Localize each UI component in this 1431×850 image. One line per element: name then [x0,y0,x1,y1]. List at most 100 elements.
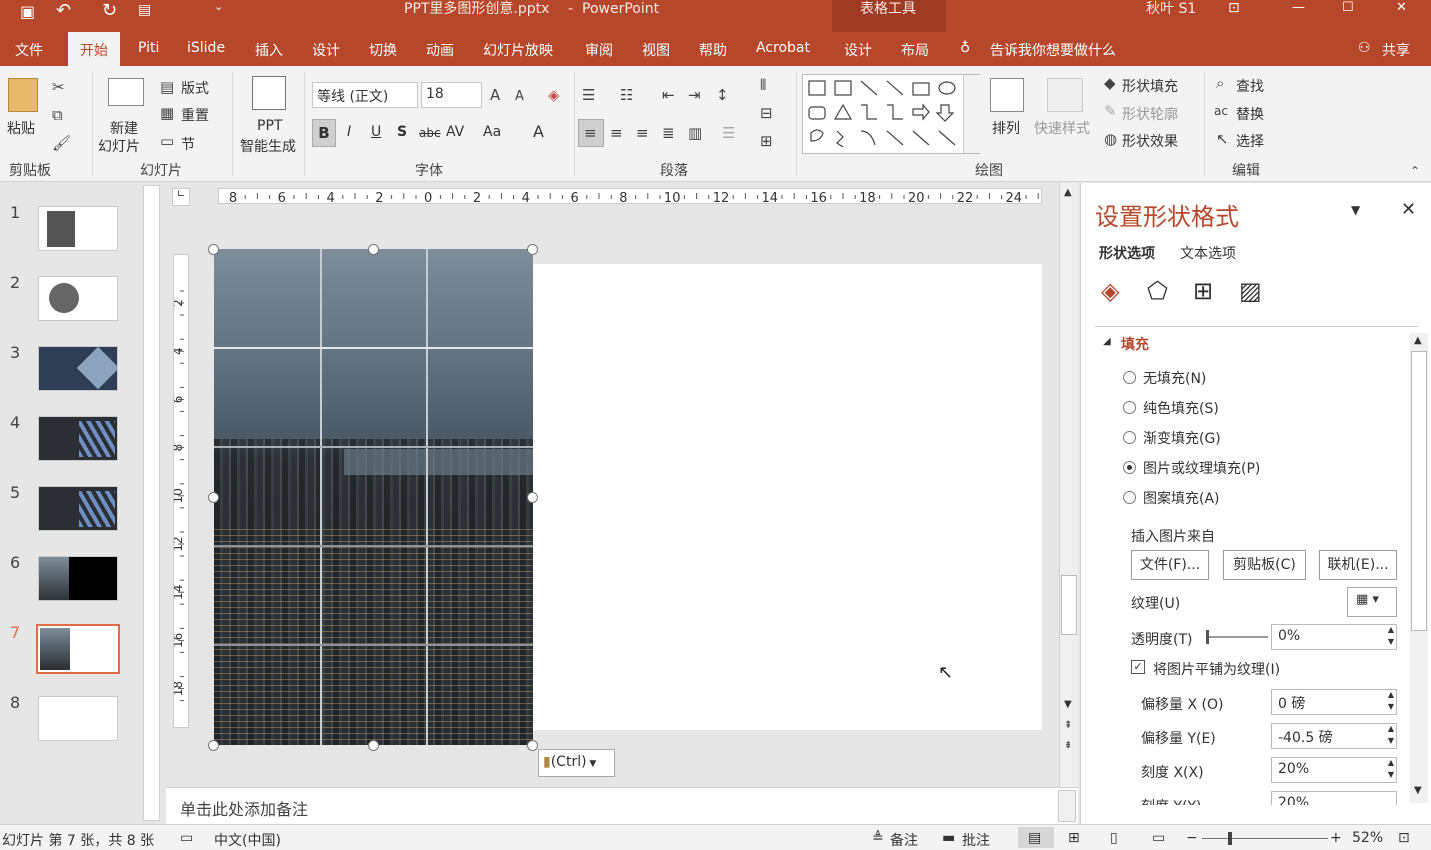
cut-icon[interactable]: ✂ [52,78,65,96]
user-name[interactable]: 秋叶 S1 [1146,0,1196,18]
case-button[interactable]: Aa [483,124,501,140]
clipboard-button[interactable]: 剪贴板(C) [1223,550,1306,580]
transparency-slider[interactable] [1206,630,1268,644]
find-button[interactable]: 查找 [1236,76,1264,96]
shape-effects-button[interactable]: 形状效果 [1122,131,1178,151]
resize-handle[interactable] [208,492,219,503]
clear-format-icon[interactable]: ◈ [548,86,560,104]
align-center-icon[interactable]: ≡ [610,124,623,142]
section-button[interactable]: 节 [181,134,195,154]
minimize-icon[interactable]: — [1292,0,1305,15]
customize-qat-icon[interactable]: ⌄ [214,0,223,13]
align-text-icon[interactable]: ⊟ [760,104,773,122]
zoom-out-icon[interactable]: − [1186,830,1198,846]
tab-view[interactable]: 视图 [642,40,670,60]
tab-stop-selector[interactable]: ∟ [172,188,190,206]
font-name-select[interactable]: 等线 (正文) [312,82,418,108]
layout-button[interactable]: 版式 [181,78,209,98]
paste-icon[interactable] [8,78,38,112]
share-button[interactable]: 共享 [1382,40,1410,60]
pane-scroll-up-icon[interactable]: ▲ [1414,335,1422,346]
font-size-select[interactable]: 18 [421,82,482,108]
paste-options-button[interactable]: ▮(Ctrl) ▼ [538,749,615,777]
ppt-gen-label-1[interactable]: PPT [257,118,282,134]
decrease-indent-icon[interactable]: ⇤ [662,86,675,104]
new-slide-label-1[interactable]: 新建 [110,118,138,138]
tab-file[interactable]: 文件 [15,40,43,60]
new-slide-icon[interactable] [108,78,144,106]
bullets-icon[interactable]: ☰ [582,86,595,104]
notes-scrollbar[interactable] [1058,790,1076,822]
quick-styles-button[interactable]: 快速样式 [1034,118,1090,138]
redo-icon[interactable]: ↻ [102,0,117,21]
distribute-icon[interactable]: ▥ [688,124,702,142]
slide-thumbnail-6[interactable] [38,556,118,601]
columns-icon[interactable]: ☰ [722,124,735,142]
radio-gradient-fill[interactable] [1123,431,1136,444]
replace-button[interactable]: 替换 [1236,104,1264,124]
fit-slide-icon[interactable]: ⊡ [1398,830,1410,846]
shape-outline-button[interactable]: 形状轮廓 [1122,104,1178,124]
zoom-in-icon[interactable]: + [1330,830,1342,846]
copy-icon[interactable]: ⧉ [52,106,63,124]
notes-toggle[interactable]: 备注 [890,830,918,850]
ribbon-display-icon[interactable]: ⊡ [1228,0,1240,16]
offset-x-input[interactable]: 0 磅 ▲ ▼ [1271,689,1397,715]
radio-picture-fill[interactable] [1123,461,1136,474]
option-pattern-fill[interactable]: 图案填充(A) [1143,488,1220,508]
shadow-button[interactable]: S [397,124,407,140]
transparency-input[interactable]: 0% ▲ ▼ [1271,624,1397,650]
slide-thumbnail-7[interactable] [36,624,120,674]
tab-home[interactable]: 开始 [68,32,120,66]
option-solid-fill[interactable]: 纯色填充(S) [1143,398,1219,418]
undo-icon[interactable]: ↶ [56,0,71,21]
grow-font-icon[interactable]: A [490,86,500,104]
option-gradient-fill[interactable]: 渐变填充(G) [1143,428,1221,448]
tab-review[interactable]: 审阅 [585,40,613,60]
slide-thumbnail-8[interactable] [38,696,118,741]
zoom-slider[interactable] [1202,832,1328,845]
tab-design[interactable]: 设计 [312,40,340,60]
notes-placeholder[interactable]: 单击此处添加备注 [180,796,308,820]
justify-icon[interactable]: ≣ [662,124,675,142]
slide-thumbnail-3[interactable] [38,346,118,391]
ppt-gen-label-2[interactable]: 智能生成 [240,136,296,156]
resize-handle[interactable] [527,740,538,751]
tell-me-search[interactable]: 告诉我你想要做什么 [990,40,1116,60]
online-button[interactable]: 联机(E)... [1319,550,1397,580]
language-indicator[interactable]: 中文(中国) [214,830,281,850]
save-icon[interactable]: ▣ [20,2,35,21]
slide-thumbnail-1[interactable] [38,206,118,251]
tab-help[interactable]: 帮助 [699,40,727,60]
pane-scroll-down-icon[interactable]: ▼ [1414,785,1422,796]
arrange-button[interactable]: 排列 [992,118,1020,138]
file-button[interactable]: 文件(F)... [1131,550,1209,580]
resize-handle[interactable] [368,244,379,255]
radio-solid-fill[interactable] [1123,401,1136,414]
shape-fill-button[interactable]: 形状填充 [1122,76,1178,96]
resize-handle[interactable] [368,740,379,751]
size-properties-icon[interactable]: ⊞ [1193,277,1213,305]
prev-slide-icon[interactable]: ⇞ [1064,720,1072,731]
arrange-icon[interactable] [990,78,1024,112]
tab-insert[interactable]: 插入 [255,40,283,60]
radio-pattern-fill[interactable] [1123,491,1136,504]
canvas-scrollbar[interactable]: ▲ ▼ ⇞ ⇟ [1059,183,1078,787]
tab-slideshow[interactable]: 幻灯片放映 [483,40,553,60]
reading-view-icon[interactable]: ▯ [1110,830,1118,846]
resize-handle[interactable] [527,492,538,503]
next-slide-icon[interactable]: ⇟ [1064,740,1072,751]
tab-islide[interactable]: iSlide [187,40,225,56]
tab-transitions[interactable]: 切换 [369,40,397,60]
slide-thumbnail-5[interactable] [38,486,118,531]
select-button[interactable]: 选择 [1236,131,1264,151]
slide-thumbnail-4[interactable] [38,416,118,461]
increase-indent-icon[interactable]: ⇥ [688,86,701,104]
tile-checkbox[interactable]: ✓ [1131,660,1145,674]
horizontal-ruler[interactable]: 8 6 4 2 0 2 4 6 8 10 12 14 16 18 20 22 24 [218,188,1051,206]
presenter-icon[interactable]: ▤ [138,2,151,18]
spellcheck-icon[interactable]: ▭ [180,830,193,846]
reset-button[interactable]: 重置 [181,105,209,125]
quick-styles-icon[interactable] [1047,78,1083,112]
tab-piti[interactable]: Piti [138,40,159,56]
